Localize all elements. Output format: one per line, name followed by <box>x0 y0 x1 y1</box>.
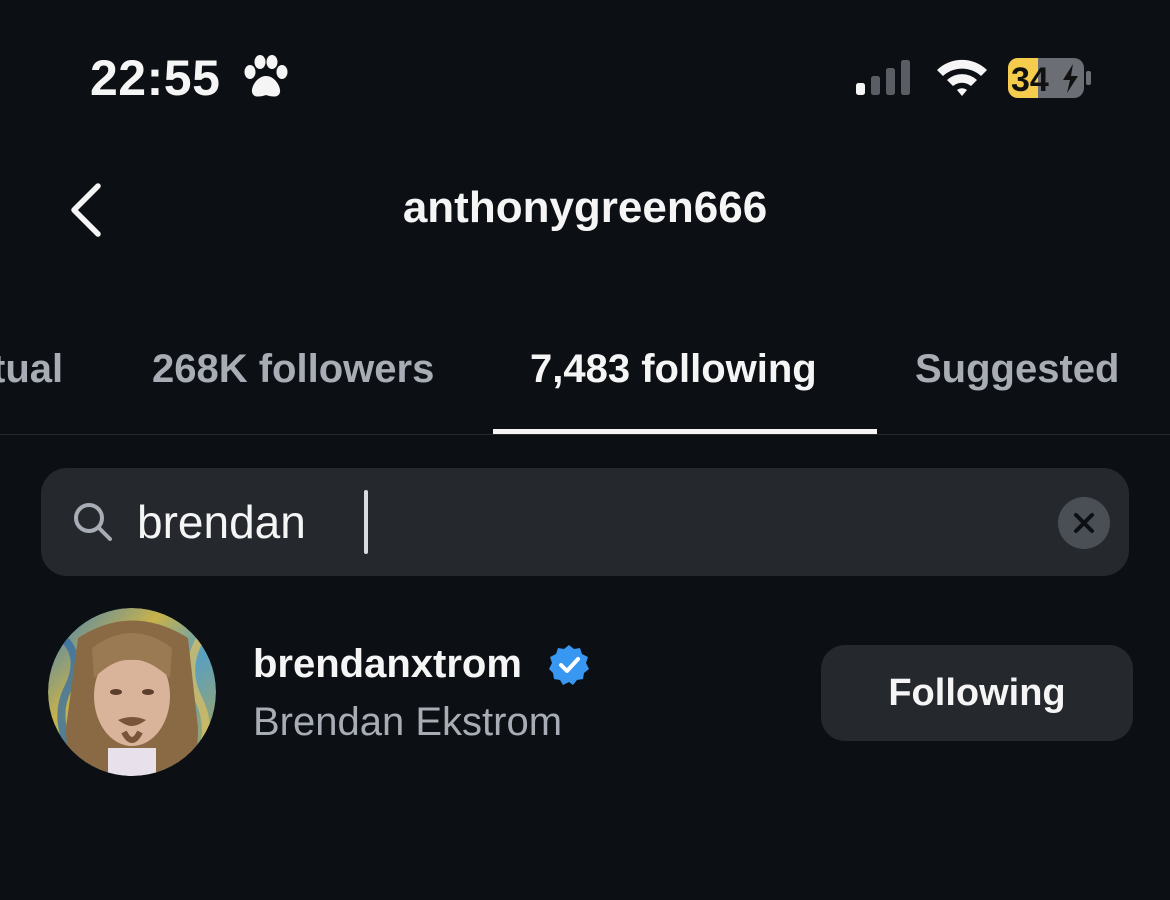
search-input[interactable] <box>137 492 1017 552</box>
battery-icon: 34 <box>1008 58 1091 99</box>
result-full-name: Brendan Ekstrom <box>253 700 563 744</box>
tab-following[interactable]: 7,483 following <box>530 342 817 396</box>
text-caret <box>364 490 368 554</box>
tab-mutual[interactable]: tual <box>0 342 63 396</box>
cellular-signal-icon <box>856 60 910 95</box>
verified-badge-icon <box>549 645 589 685</box>
avatar[interactable] <box>48 608 216 776</box>
wifi-icon <box>937 59 987 96</box>
following-button[interactable]: Following <box>821 645 1133 741</box>
paw-print-icon <box>244 55 288 97</box>
page-title: anthonygreen666 <box>402 183 768 232</box>
search-icon <box>74 503 112 541</box>
tab-suggested[interactable]: Suggested <box>915 342 1119 396</box>
list-item[interactable]: brendanxtrom Brendan Ekstrom Following <box>0 600 1170 790</box>
search-bar[interactable] <box>41 468 1129 576</box>
clear-icon <box>1074 513 1094 533</box>
clear-search-button[interactable] <box>1058 497 1110 549</box>
status-time: 22:55 <box>90 50 221 106</box>
tabs-divider <box>0 434 1170 435</box>
battery-percent: 34 <box>1011 61 1049 99</box>
tab-followers[interactable]: 268K followers <box>152 342 434 396</box>
result-username[interactable]: brendanxtrom <box>253 638 522 690</box>
